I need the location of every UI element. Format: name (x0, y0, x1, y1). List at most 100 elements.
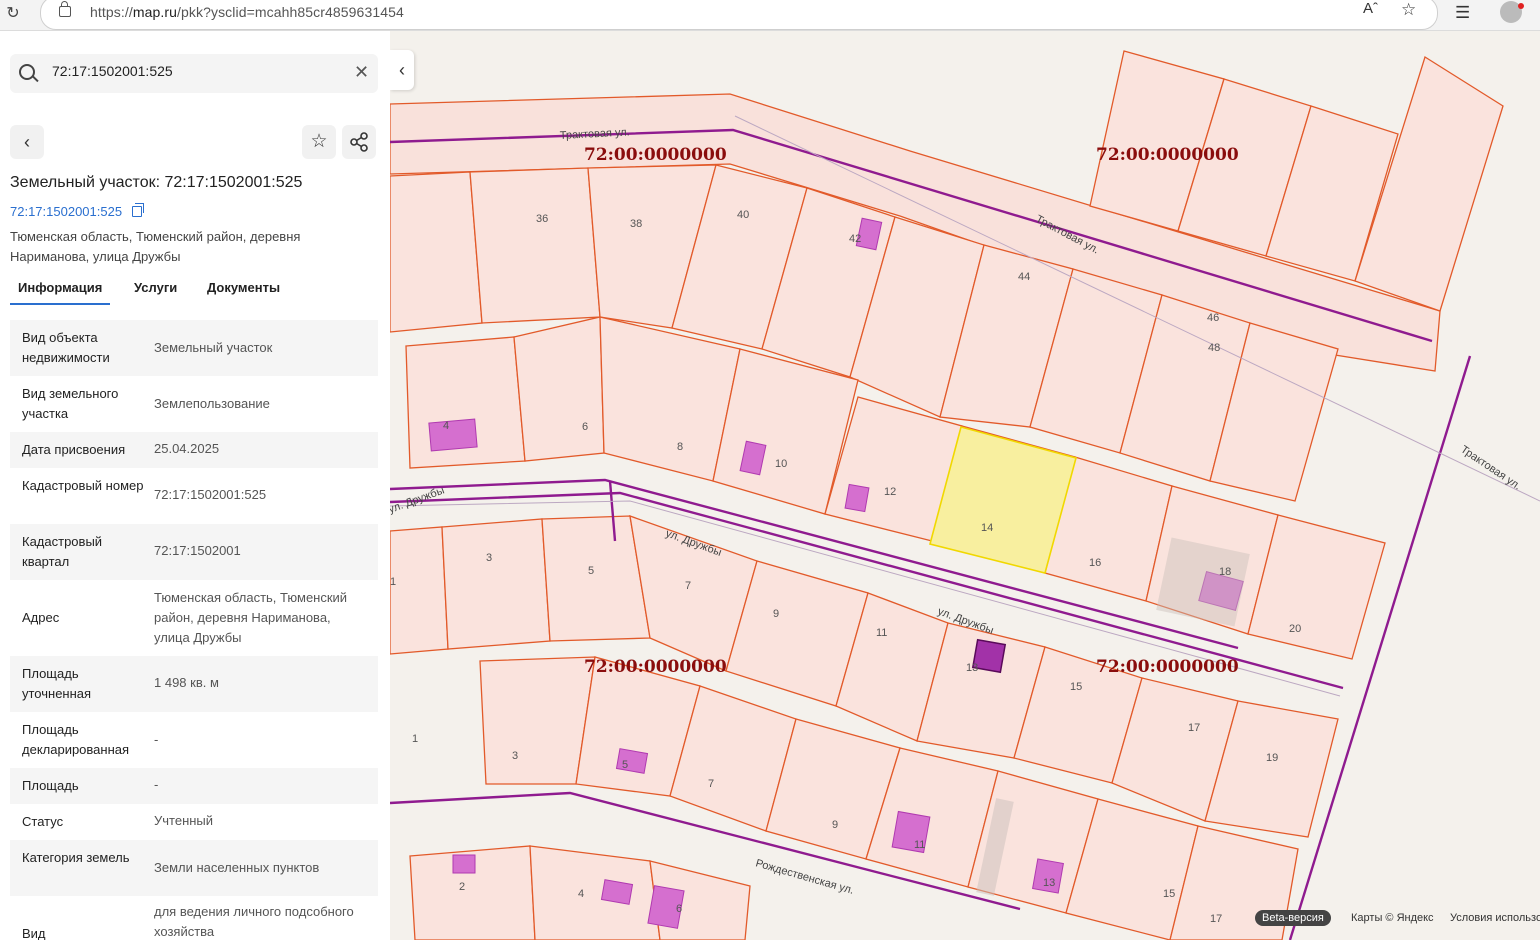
cadastral-number-link[interactable]: 72:17:1502001:525 (10, 204, 122, 219)
table-row: Кадастровый номер 72:17:1502001:525 (10, 468, 378, 524)
beta-badge[interactable]: Beta-версия (1255, 910, 1331, 926)
read-aloud-icon[interactable]: Aˆ (1363, 0, 1378, 17)
parcel-number: 2 (459, 881, 465, 893)
parcel-number: 40 (737, 209, 749, 221)
address-bar[interactable]: https://map.ru/pkk?ysclid=mcahh85cr48596… (40, 0, 1438, 30)
table-row: Вид для ведения личного подсобного хозяй… (10, 896, 378, 940)
row-value: 25.04.2025 (154, 441, 220, 456)
row-value: 1 498 кв. м (154, 675, 219, 690)
parcel-number: 48 (1208, 342, 1220, 354)
parcel-number: 4 (578, 888, 584, 900)
terms-link[interactable]: Условия использования (1450, 912, 1540, 924)
row-value: Земельный участок (154, 340, 273, 355)
parcel-number: 12 (884, 486, 896, 498)
row-key: Вид земельного участка (22, 386, 119, 421)
parcel-address: Тюменская область, Тюменский район, дере… (10, 229, 301, 264)
share-button[interactable] (342, 125, 376, 159)
parcel-number: 42 (849, 233, 861, 245)
chevron-left-icon: ‹ (399, 60, 405, 80)
cad-label: 72:00:0000000 (584, 145, 727, 165)
parcel-number: 1 (412, 733, 418, 745)
star-icon: ☆ (310, 131, 328, 152)
row-key: Площадь декларированная (22, 722, 130, 757)
table-row: Вид земельного участка Землепользование (10, 376, 378, 432)
parcel-number: 13 (966, 662, 978, 674)
parcel-number: 1 (390, 576, 396, 588)
browser-toolbar: ↻ https://map.ru/pkk?ysclid=mcahh85cr485… (0, 0, 1540, 31)
row-value: Тюменская область, Тюменский район, дере… (154, 590, 348, 645)
parcel-polygon[interactable] (469, 167, 601, 324)
table-row: Адрес Тюменская область, Тюменский район… (10, 580, 378, 656)
row-key: Вид объекта недвижимости (22, 330, 110, 365)
row-key: Адрес (22, 610, 60, 625)
row-value: - (154, 732, 159, 747)
page-title: Земельный участок: 72:17:1502001:525 (10, 174, 303, 191)
copy-icon[interactable] (132, 203, 144, 217)
parcel-number: 17 (1210, 913, 1222, 925)
table-row: Площадь декларированная - (10, 712, 378, 768)
table-row: Категория земель Земли населенных пункто… (10, 840, 378, 896)
cad-label: 72:00:0000000 (584, 657, 727, 677)
parcel-number: 7 (685, 580, 691, 592)
favorite-star-icon[interactable]: ☆ (1401, 0, 1416, 20)
row-key: Кадастровый квартал (22, 534, 103, 569)
lock-icon[interactable] (59, 1, 71, 17)
parcel-number: 18 (1219, 566, 1231, 578)
row-key: Кадастровый номер (22, 478, 144, 493)
cad-label: 72:00:0000000 (1096, 657, 1239, 677)
parcel-number: 5 (622, 759, 628, 771)
parcel-number: 6 (676, 903, 682, 915)
map-attribution[interactable]: Карты © Яндекс (1351, 912, 1434, 924)
row-key: Площадь (22, 778, 79, 793)
table-row: Вид объекта недвижимости Земельный участ… (10, 320, 378, 376)
table-row: Площадь уточненная 1 498 кв. м (10, 656, 378, 712)
cadastral-map[interactable]: 72:00:0000000 72:00:0000000 72:00:000000… (390, 31, 1540, 940)
map-canvas[interactable]: 72:00:0000000 72:00:0000000 72:00:000000… (390, 31, 1540, 940)
row-value: 72:17:1502001 (154, 543, 241, 558)
parcel-number: 3 (486, 552, 492, 564)
row-value: Землепользование (154, 396, 270, 411)
back-button[interactable]: ‹ (10, 125, 44, 159)
row-key: Статус (22, 814, 64, 829)
close-icon[interactable]: ✕ (354, 62, 369, 83)
tab-documents[interactable]: Документы (207, 280, 280, 303)
row-key: Площадь уточненная (22, 666, 92, 701)
row-value: Учтенный (154, 813, 214, 828)
street-label: Трактовая ул. (1458, 444, 1523, 493)
search-box: ✕ (10, 54, 378, 93)
parcel-number: 17 (1188, 722, 1200, 734)
tab-information[interactable]: Информация (10, 280, 111, 305)
parcel-number: 11 (876, 627, 887, 639)
parcel-polygon[interactable] (390, 171, 483, 333)
cad-label: 72:00:0000000 (1096, 145, 1239, 165)
parcel-number: 10 (775, 458, 787, 470)
parcel-number: 9 (773, 608, 779, 620)
row-value: 72:17:1502001:525 (154, 487, 267, 502)
parcel-number: 9 (832, 819, 838, 831)
row-value: для ведения личного подсобного хозяйства (154, 904, 354, 939)
row-key: Вид (22, 926, 46, 940)
table-row: Дата присвоения 25.04.2025 (10, 432, 378, 468)
parcel-number: 46 (1207, 312, 1219, 324)
row-value: - (154, 777, 159, 792)
favorites-list-icon[interactable]: ☰ (1455, 3, 1470, 23)
parcel-number: 5 (588, 565, 594, 577)
row-key: Дата присвоения (22, 442, 126, 457)
parcel-number: 16 (1089, 557, 1101, 569)
chevron-left-icon: ‹ (24, 132, 30, 152)
favorite-button[interactable]: ☆ (302, 125, 336, 159)
parcel-number: 19 (1266, 752, 1278, 764)
search-input[interactable] (50, 62, 344, 80)
parcel-number: 8 (677, 441, 683, 453)
reload-icon[interactable]: ↻ (3, 4, 23, 24)
table-row: Площадь - (10, 768, 378, 804)
parcel-number: 15 (1163, 888, 1175, 900)
collapse-panel-button[interactable]: ‹ (390, 50, 414, 90)
tab-services[interactable]: Услуги (134, 280, 177, 303)
property-table: Вид объекта недвижимости Земельный участ… (10, 320, 378, 940)
search-icon (19, 64, 35, 80)
parcel-number: 3 (512, 750, 518, 762)
profile-avatar[interactable] (1500, 1, 1524, 23)
parcel-number: 7 (708, 778, 714, 790)
table-row: Статус Учтенный (10, 804, 378, 840)
